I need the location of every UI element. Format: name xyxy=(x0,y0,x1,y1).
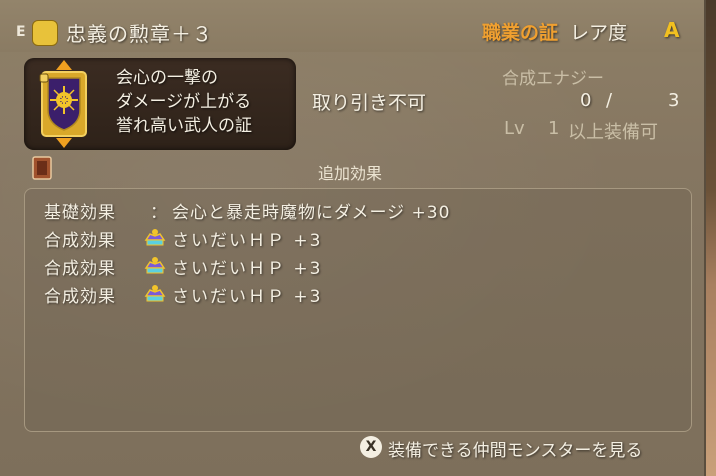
trade-status: 取り引き不可 xyxy=(312,92,427,114)
effect-label: 基礎効果 xyxy=(44,203,116,223)
description-line: ダメージが上がる xyxy=(116,92,252,112)
level-value: 1 xyxy=(548,118,560,139)
gem-icon xyxy=(144,254,166,276)
effect-text: 会心と暴走時魔物にダメージ +30 xyxy=(172,203,451,223)
item-description: 会心の一撃の ダメージが上がる 誉れ高い武人の証 xyxy=(116,66,252,138)
effect-label: 合成効果 xyxy=(44,231,116,251)
synthesis-energy-label: 合成エナジー xyxy=(502,69,604,89)
effect-text: さいだいＨＰ +3 xyxy=(172,287,323,307)
synthesis-energy-current: 0 xyxy=(580,90,592,111)
view-monsters-button[interactable]: 装備できる仲間モンスターを見る xyxy=(388,436,642,461)
effect-label: 合成効果 xyxy=(44,287,116,307)
gem-icon xyxy=(144,226,166,248)
job-emblem-icon[interactable] xyxy=(36,58,92,150)
effect-label: 合成効果 xyxy=(44,259,116,279)
equipped-mark: E xyxy=(16,24,26,40)
level-label: Lv xyxy=(504,118,525,139)
effects-box xyxy=(24,188,692,432)
item-detail-panel: E 忠義の勲章＋３ 職業の証 レア度 A 会心の一撃の ダメージが上がる 誉れ高… xyxy=(0,0,706,476)
effect-text: さいだいＨＰ +3 xyxy=(172,231,323,251)
item-name: 忠義の勲章＋３ xyxy=(66,22,213,46)
effect-colon: ： xyxy=(150,203,167,223)
effect-text: さいだいＨＰ +3 xyxy=(172,259,323,279)
book-icon[interactable] xyxy=(32,156,52,180)
synthesis-energy-separator: / xyxy=(606,90,613,111)
description-line: 誉れ高い武人の証 xyxy=(116,116,252,136)
description-line: 会心の一撃の xyxy=(116,68,218,88)
rarity-value: A xyxy=(664,18,680,42)
additional-effects-heading: 追加効果 xyxy=(318,164,383,183)
gem-icon xyxy=(144,282,166,304)
synthesis-energy-max: 3 xyxy=(668,90,680,111)
rarity-label: レア度 xyxy=(570,22,628,44)
x-button-icon[interactable]: X xyxy=(360,436,382,458)
coin-icon xyxy=(32,20,58,46)
item-category: 職業の証 xyxy=(482,22,559,44)
level-requirement: 以上装備可 xyxy=(568,122,658,143)
